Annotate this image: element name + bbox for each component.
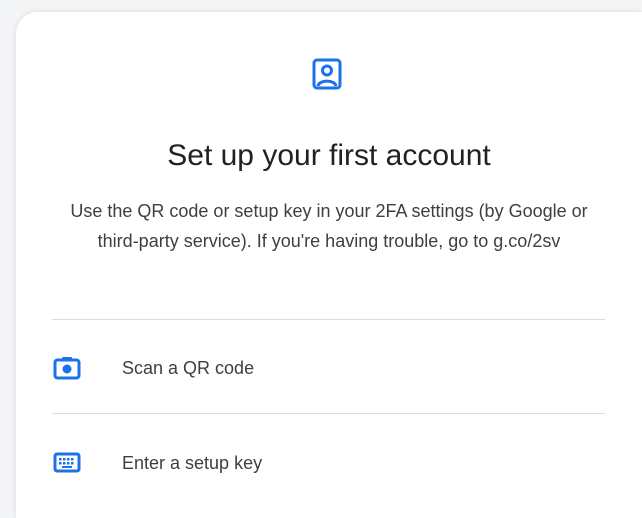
- divider: [52, 319, 605, 320]
- scan-qr-code-label: Scan a QR code: [122, 358, 255, 378]
- account-box-icon: [312, 58, 342, 90]
- enter-setup-key-option[interactable]: Enter a setup key: [52, 435, 605, 491]
- camera-icon: [53, 357, 81, 380]
- setup-description: Use the QR code or setup key in your 2FA…: [70, 201, 588, 251]
- keyboard-icon: [53, 452, 81, 473]
- enter-setup-key-label: Enter a setup key: [122, 453, 263, 473]
- page-title: Set up your first account: [167, 139, 491, 172]
- divider: [52, 413, 605, 414]
- scan-qr-code-option[interactable]: Scan a QR code: [52, 340, 605, 396]
- setup-card: Set up your first account Use the QR cod…: [16, 12, 642, 518]
